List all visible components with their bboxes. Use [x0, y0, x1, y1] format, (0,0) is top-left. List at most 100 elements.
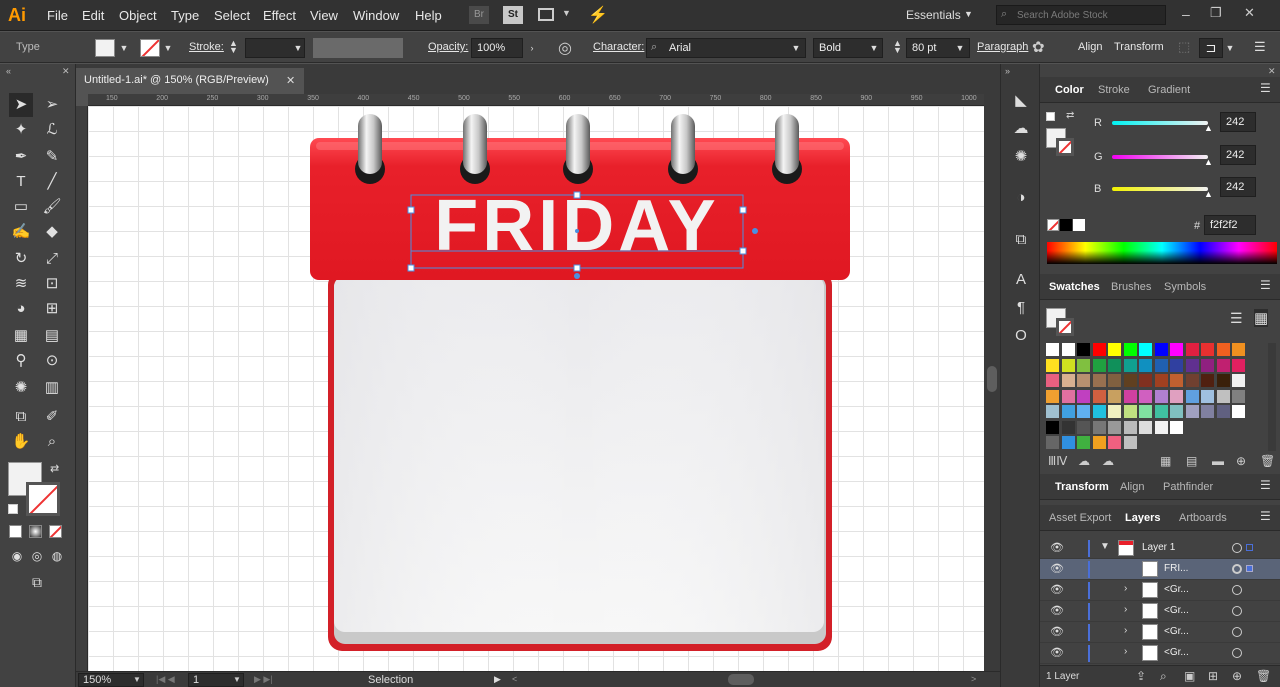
- slider-thumb[interactable]: ▲: [1204, 157, 1213, 167]
- swatch-libraries-icon[interactable]: ⅢⅣ: [1048, 454, 1067, 468]
- chevron-down-icon[interactable]: ▼: [290, 38, 306, 58]
- color-swatch[interactable]: [1123, 420, 1137, 434]
- collapse-icon[interactable]: »: [1005, 66, 1010, 76]
- text-handle[interactable]: [752, 228, 758, 234]
- panel-menu-icon[interactable]: ☰: [1254, 39, 1266, 55]
- draw-inside-icon[interactable]: ◍: [45, 544, 69, 568]
- layer-row[interactable]: 👁 FRI...: [1040, 559, 1280, 580]
- layer-row[interactable]: 👁 › <Gr...: [1040, 622, 1280, 643]
- color-swatch[interactable]: [1232, 358, 1245, 372]
- rectangle-tool-icon[interactable]: ▭: [9, 195, 33, 219]
- locate-object-icon[interactable]: ⌕: [1160, 669, 1167, 684]
- b-field[interactable]: 242: [1220, 177, 1256, 197]
- opacity-label[interactable]: Opacity:: [428, 41, 468, 53]
- menu-type[interactable]: Type: [171, 8, 199, 23]
- vertical-scrollbar[interactable]: [984, 94, 1000, 672]
- stroke-color-box[interactable]: [1056, 318, 1074, 336]
- color-swatch[interactable]: [1232, 374, 1245, 387]
- slider-thumb[interactable]: ▲: [1204, 123, 1213, 133]
- document-tab[interactable]: Untitled-1.ai* @ 150% (RGB/Preview) ✕: [76, 68, 304, 94]
- chevron-down-icon[interactable]: ▼: [952, 38, 968, 58]
- target-icon[interactable]: [1232, 543, 1242, 553]
- color-swatch[interactable]: [1123, 405, 1137, 418]
- fill-swatch[interactable]: [95, 39, 115, 57]
- glyph-icon[interactable]: ✿: [1032, 38, 1045, 56]
- stepper-icon[interactable]: ▲ ▼: [893, 39, 902, 55]
- color-swatch[interactable]: [1092, 343, 1106, 356]
- paragraph-label[interactable]: Paragraph: [977, 41, 1028, 53]
- artboards-icon[interactable]: ⧉: [1011, 230, 1031, 250]
- tab-symbols[interactable]: Symbols: [1164, 281, 1206, 293]
- g-field[interactable]: 242: [1220, 145, 1256, 165]
- panel-menu-icon[interactable]: ☰: [1260, 509, 1271, 523]
- trash-icon[interactable]: 🗑: [1260, 454, 1275, 468]
- eye-icon[interactable]: 👁: [1050, 604, 1064, 617]
- color-swatch[interactable]: [1185, 343, 1199, 356]
- slice-tool-icon[interactable]: ✐: [40, 405, 64, 429]
- color-swatch[interactable]: [1123, 358, 1137, 372]
- menu-help[interactable]: Help: [415, 8, 442, 23]
- stroke-label[interactable]: Stroke:: [189, 41, 224, 53]
- recolor-icon[interactable]: ◎: [558, 38, 572, 58]
- layer-name[interactable]: FRI...: [1164, 563, 1188, 574]
- color-swatch[interactable]: [1108, 420, 1121, 434]
- layer-name[interactable]: <Gr...: [1164, 647, 1189, 658]
- artboard-tool-icon[interactable]: ⧉: [9, 405, 33, 429]
- b-slider[interactable]: [1112, 187, 1208, 191]
- none-swatch[interactable]: [1047, 219, 1059, 231]
- minimize-icon[interactable]: –: [1182, 6, 1190, 22]
- color-swatch[interactable]: [1154, 343, 1168, 356]
- color-swatch[interactable]: [1077, 343, 1090, 356]
- color-swatch[interactable]: [1077, 358, 1090, 372]
- character-label[interactable]: Character:: [593, 41, 644, 53]
- color-swatch[interactable]: [1108, 405, 1121, 418]
- color-swatch[interactable]: [1232, 343, 1245, 356]
- transparency-icon[interactable]: ◑: [1011, 188, 1031, 208]
- swap-colors-icon[interactable]: ⇄: [50, 462, 59, 475]
- swap-colors-icon[interactable]: ⇄: [1066, 110, 1074, 121]
- layer-name[interactable]: <Gr...: [1164, 626, 1189, 637]
- font-family-field[interactable]: Arial: [646, 38, 806, 58]
- target-icon[interactable]: [1232, 585, 1242, 595]
- stock-icon[interactable]: St: [503, 6, 523, 24]
- menu-effect[interactable]: Effect: [263, 8, 296, 23]
- color-swatch[interactable]: [1046, 358, 1059, 372]
- color-swatch[interactable]: [1108, 343, 1121, 356]
- color-swatch[interactable]: [1170, 358, 1183, 372]
- gradient-tool-icon[interactable]: ▤: [40, 324, 64, 348]
- rotate-tool-icon[interactable]: ↻: [9, 247, 33, 271]
- selection-handle[interactable]: [407, 206, 415, 214]
- color-swatch[interactable]: [1170, 420, 1183, 434]
- white-swatch[interactable]: [1073, 219, 1085, 231]
- layer-row[interactable]: 👁 › <Gr...: [1040, 580, 1280, 601]
- add-to-library-icon[interactable]: ☁: [1078, 454, 1090, 468]
- color-swatch[interactable]: [1216, 374, 1230, 387]
- layer-row[interactable]: 👁 › <Gr...: [1040, 643, 1280, 664]
- menu-window[interactable]: Window: [353, 8, 399, 23]
- shaper-tool-icon[interactable]: ✍: [9, 220, 33, 244]
- color-swatch[interactable]: [1139, 389, 1152, 403]
- graph-tool-icon[interactable]: ▥: [40, 376, 64, 400]
- color-swatch[interactable]: [1201, 389, 1214, 403]
- show-kinds-icon[interactable]: ▦: [1160, 454, 1171, 468]
- line-tool-icon[interactable]: ╱: [40, 170, 64, 194]
- direct-selection-tool-icon[interactable]: ➢: [40, 93, 64, 117]
- color-swatch[interactable]: [1185, 374, 1199, 387]
- eyedropper-icon[interactable]: ⚲: [9, 349, 33, 373]
- color-swatch[interactable]: [1154, 420, 1168, 434]
- symbol-sprayer-icon[interactable]: ✺: [9, 376, 33, 400]
- selection-handle[interactable]: [573, 264, 581, 272]
- color-swatch[interactable]: [1170, 343, 1183, 356]
- color-swatch[interactable]: [1185, 389, 1199, 403]
- color-swatch[interactable]: [1123, 389, 1137, 403]
- swatch-grid[interactable]: [1046, 343, 1258, 451]
- color-swatch[interactable]: [1201, 343, 1214, 356]
- tab-artboards[interactable]: Artboards: [1179, 512, 1227, 524]
- menu-select[interactable]: Select: [214, 8, 250, 23]
- panel-menu-icon[interactable]: ☰: [1260, 81, 1271, 95]
- artboard-field[interactable]: 1 ▼: [188, 673, 244, 687]
- color-swatch[interactable]: [1139, 374, 1152, 387]
- selection-handle[interactable]: [573, 191, 581, 199]
- perspective-grid-icon[interactable]: ⊞: [40, 297, 64, 321]
- panel-menu-icon[interactable]: ☰: [1260, 478, 1271, 492]
